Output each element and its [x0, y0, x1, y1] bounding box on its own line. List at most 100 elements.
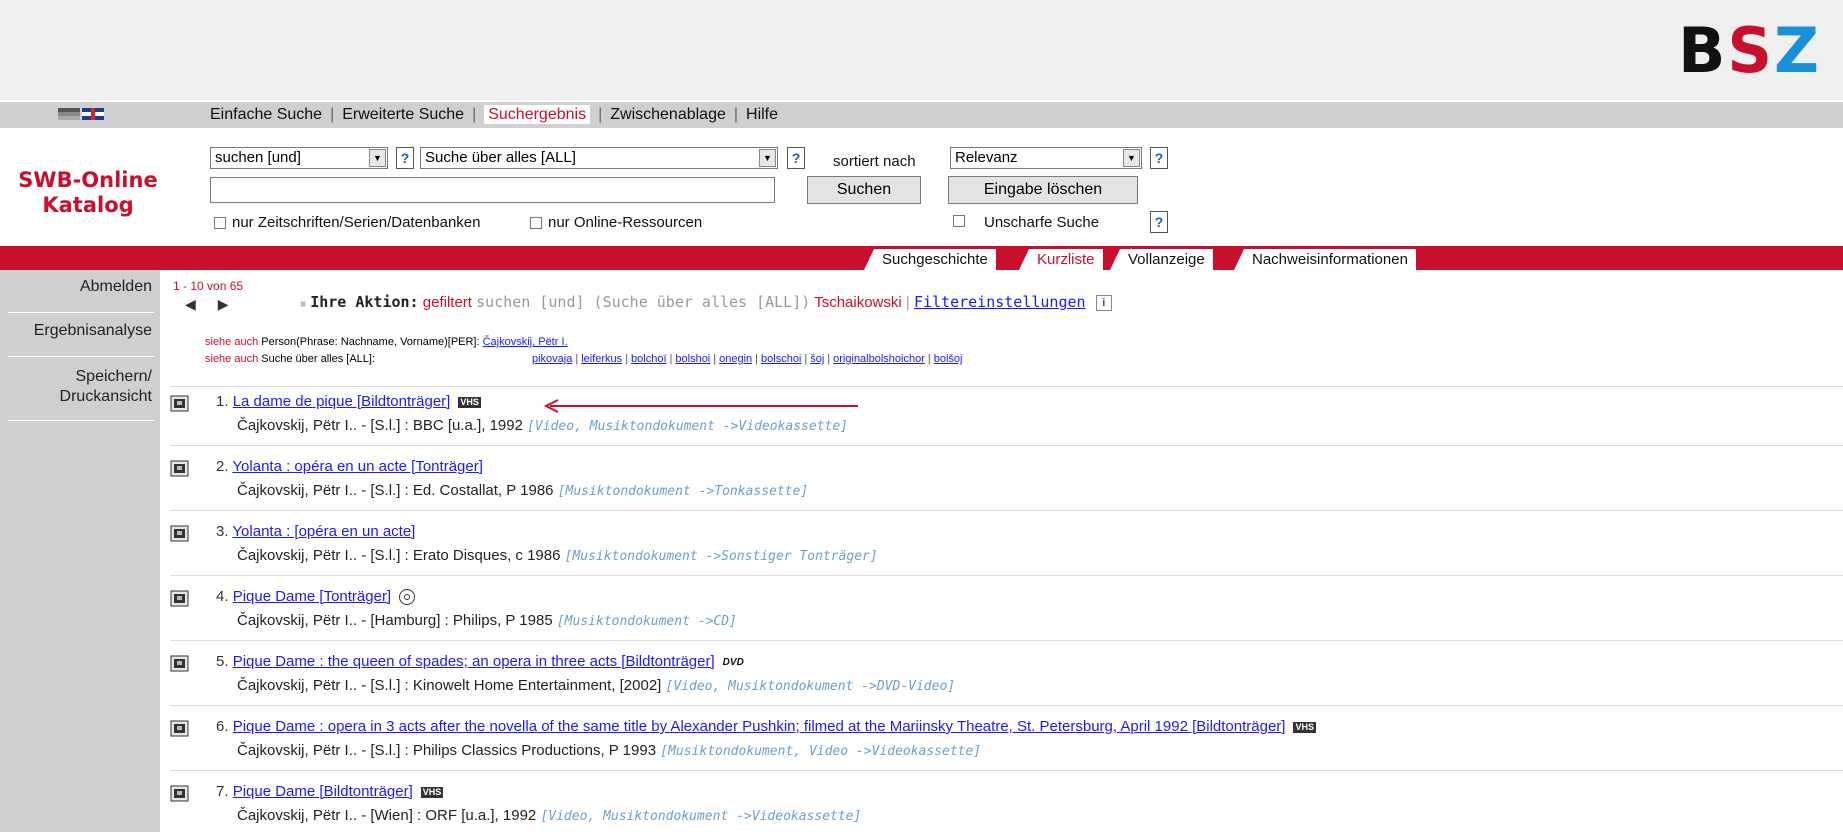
- chevron-down-icon[interactable]: ▼: [759, 149, 776, 167]
- record-title-link[interactable]: Yolanta : [opéra en un acte]: [232, 523, 415, 540]
- record-type-icon[interactable]: [170, 525, 192, 543]
- record-title-row: 6. Pique Dame : opera in 3 acts after th…: [216, 718, 1316, 735]
- chevron-down-icon[interactable]: ▼: [369, 149, 386, 167]
- tab-kurzliste[interactable]: Kurzliste: [1019, 249, 1103, 270]
- record-meta: Čajkovskij, Pëtr I.. - [S.l.] : Philips …: [237, 742, 981, 759]
- record-divider: [170, 705, 1843, 706]
- record-media-type: [Video, Musiktondokument ->DVD-Video]: [665, 679, 956, 694]
- record-number: 3.: [216, 523, 229, 540]
- record-author-publisher: Čajkovskij, Pëtr I.. - [S.l.] : Ed. Cost…: [237, 482, 554, 499]
- sort-label: sortiert nach: [833, 153, 916, 170]
- record-author-publisher: Čajkovskij, Pëtr I.. - [Wien] : ORF [u.a…: [237, 807, 537, 824]
- sidebar-item-speichern[interactable]: Speichern/: [0, 368, 160, 386]
- related-term-link[interactable]: leiferkus: [581, 353, 622, 365]
- related-term-link[interactable]: originalbolshoichor: [833, 353, 925, 365]
- record-title-link[interactable]: La dame de pique [Bildtonträger]: [233, 393, 451, 410]
- online-checkbox-label: nur Online-Ressourcen: [548, 214, 703, 231]
- field-select[interactable]: Suche über alles [ALL]: [420, 147, 778, 169]
- chevron-down-icon[interactable]: ▼: [1123, 149, 1140, 167]
- filter-settings-link[interactable]: Filtereinstellungen: [914, 293, 1086, 311]
- record-number: 1.: [216, 393, 229, 410]
- record-title-link[interactable]: Pique Dame [Tonträger]: [233, 588, 391, 605]
- record-title-link[interactable]: Pique Dame [Bildtonträger]: [233, 783, 413, 800]
- record-type-icon[interactable]: [170, 655, 192, 673]
- record-type-icon[interactable]: [170, 590, 192, 608]
- sidebar-item-ergebnisanalyse[interactable]: Ergebnisanalyse: [0, 322, 160, 340]
- info-icon[interactable]: i: [1095, 295, 1112, 312]
- online-checkbox[interactable]: [530, 217, 542, 229]
- help-icon[interactable]: ?: [787, 147, 805, 169]
- see-also-person-link[interactable]: Čajkovskij, Pëtr I.: [483, 336, 568, 348]
- prev-page-icon[interactable]: ◀: [185, 296, 218, 312]
- record-title-row: 1. La dame de pique [Bildtonträger] VHS: [216, 393, 481, 410]
- tab-vollanzeige[interactable]: Vollanzeige: [1110, 249, 1213, 270]
- record-title-row: 5. Pique Dame : the queen of spades; an …: [216, 653, 744, 670]
- nav-hilfe[interactable]: Hilfe: [746, 106, 778, 123]
- help-icon[interactable]: ?: [1150, 211, 1168, 233]
- record-type-icon[interactable]: [170, 395, 192, 413]
- search-input[interactable]: [210, 177, 775, 203]
- nav-erweiterte-suche[interactable]: Erweiterte Suche: [342, 106, 464, 123]
- record-author-publisher: Čajkovskij, Pëtr I.. - [S.l.] : Erato Di…: [237, 547, 561, 564]
- result-count: 1 - 10 von 65: [173, 279, 244, 293]
- record-title-link[interactable]: Pique Dame : the queen of spades; an ope…: [233, 653, 715, 670]
- help-icon[interactable]: ?: [1150, 147, 1168, 169]
- sidebar-item-druckansicht[interactable]: Druckansicht: [0, 388, 160, 406]
- record-meta: Čajkovskij, Pëtr I.. - [S.l.] : Erato Di…: [237, 547, 878, 564]
- sort-select[interactable]: Relevanz: [950, 147, 1142, 169]
- journals-checkbox[interactable]: [214, 217, 226, 229]
- flag-de-icon[interactable]: [58, 108, 80, 120]
- search-button[interactable]: Suchen: [807, 176, 921, 204]
- record-author-publisher: Čajkovskij, Pëtr I.. - [S.l.] : Philips …: [237, 742, 657, 759]
- language-switch[interactable]: [58, 108, 118, 120]
- sidebar-item-abmelden[interactable]: Abmelden: [0, 278, 160, 296]
- clear-input-button[interactable]: Eingabe löschen: [948, 176, 1138, 204]
- related-term-link[interactable]: bolšoj: [934, 353, 963, 365]
- fuzzy-checkbox[interactable]: [953, 215, 965, 227]
- record-divider: [170, 770, 1843, 771]
- vhs-icon: VHS: [458, 396, 481, 408]
- vhs-icon: VHS: [420, 786, 444, 798]
- related-term-link[interactable]: bolschoi: [761, 353, 801, 365]
- record-media-type: [Video, Musiktondokument ->Videokassette…: [527, 419, 849, 434]
- related-terms: pikovaja | leiferkus | bolchoï | bolshoi | onegi…: [532, 353, 963, 365]
- sidebar: Abmelden Ergebnisanalyse Speichern/ Druc…: [0, 270, 160, 832]
- record-number: 6.: [216, 718, 229, 735]
- related-term-link[interactable]: pikovaja: [532, 353, 572, 365]
- record-media-type: [Musiktondokument, Video ->Videokassette…: [660, 744, 982, 759]
- header-bar: [0, 0, 1843, 100]
- related-term-link[interactable]: bolchoï: [631, 353, 666, 365]
- record-author-publisher: Čajkovskij, Pëtr I.. - [S.l.] : BBC [u.a…: [237, 417, 523, 434]
- record-title-row: 7. Pique Dame [Bildtonträger] VHS: [216, 783, 444, 800]
- record-meta: Čajkovskij, Pëtr I.. - [Hamburg] : Phili…: [237, 612, 737, 629]
- next-page-icon[interactable]: ▶: [218, 296, 251, 312]
- nav-suchergebnis[interactable]: Suchergebnis: [484, 105, 591, 124]
- see-also-person: siehe auch Person(Phrase: Nachname, Vorn…: [205, 336, 568, 348]
- record-divider: [170, 510, 1843, 511]
- record-number: 7.: [216, 783, 229, 800]
- tab-suchgeschichte[interactable]: Suchgeschichte: [864, 249, 996, 270]
- record-number: 2.: [216, 458, 229, 475]
- record-type-icon[interactable]: [170, 785, 192, 803]
- record-number: 4.: [216, 588, 229, 605]
- record-type-icon[interactable]: [170, 460, 192, 478]
- operator-select[interactable]: suchen [und]: [210, 147, 388, 169]
- record-media-type: [Musiktondokument ->Tonkassette]: [557, 484, 809, 499]
- record-media-type: [Musiktondokument ->Sonstiger Tonträger]: [564, 549, 878, 564]
- related-term-link[interactable]: onegin: [719, 353, 752, 365]
- record-title-link[interactable]: Yolanta : opéra en un acte [Tonträger]: [232, 458, 482, 475]
- flag-uk-icon[interactable]: [82, 108, 104, 120]
- help-icon[interactable]: ?: [396, 147, 414, 169]
- nav-einfache-suche[interactable]: Einfache Suche: [210, 106, 322, 123]
- record-type-icon[interactable]: [170, 720, 192, 738]
- record-media-type: [Video, Musiktondokument ->Videokassette…: [540, 809, 862, 824]
- record-title-row: 2. Yolanta : opéra en un acte [Tonträger…: [216, 458, 483, 475]
- related-term-link[interactable]: šoj: [810, 353, 824, 365]
- main-nav: Einfache Suche | Erweiterte Suche | Sucherge…: [210, 105, 779, 124]
- nav-zwischenablage[interactable]: Zwischenablage: [610, 106, 726, 123]
- vhs-icon: VHS: [1293, 721, 1316, 733]
- record-title-link[interactable]: Pique Dame : opera in 3 acts after the n…: [233, 718, 1286, 735]
- tab-nachweisinformationen[interactable]: Nachweisinformationen: [1234, 249, 1416, 270]
- record-number: 5.: [216, 653, 229, 670]
- related-term-link[interactable]: bolshoi: [675, 353, 710, 365]
